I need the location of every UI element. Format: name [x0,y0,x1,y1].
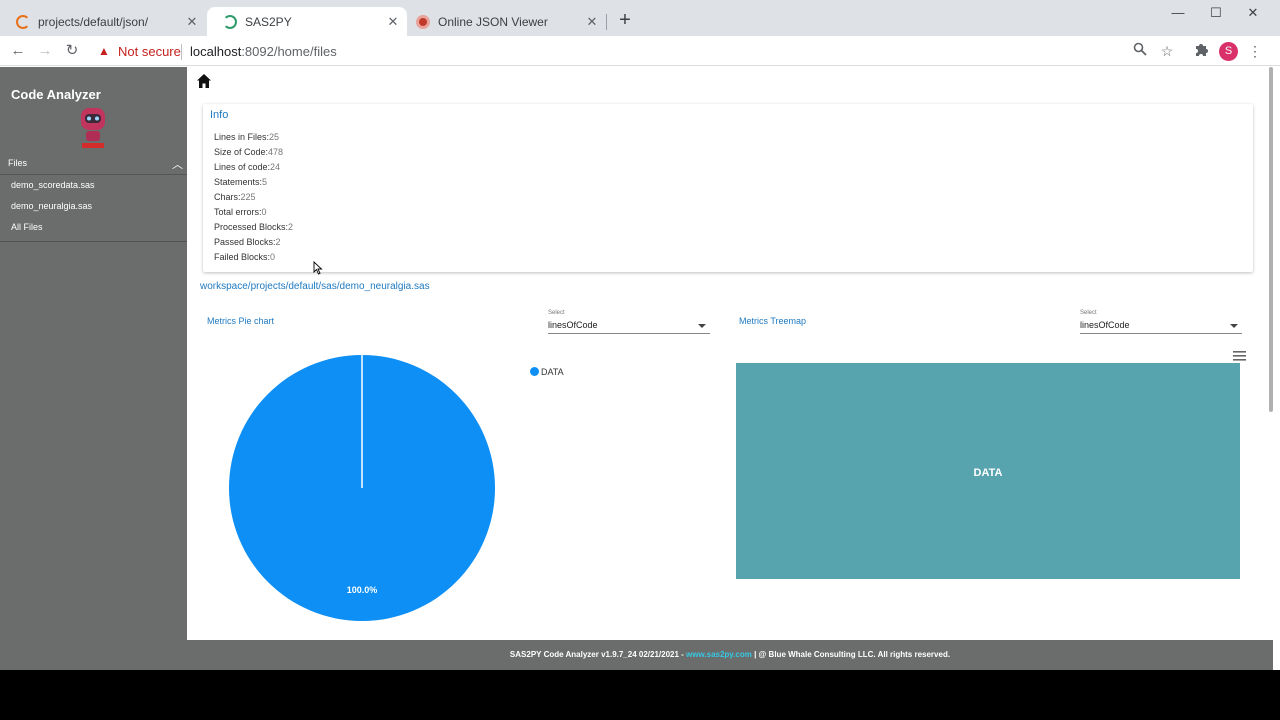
sidebar-item-demo-scoredata[interactable]: demo_scoredata.sas [11,180,95,190]
reload-icon[interactable]: ↻ [62,42,82,60]
more-menu-icon[interactable]: ⋮ [1246,42,1264,60]
legend-marker [530,367,539,376]
url-path: :8092/home/files [241,44,337,59]
bookmark-star-icon[interactable]: ☆ [1158,42,1176,60]
dropdown-arrow-icon [1230,324,1238,328]
json-viewer-favicon-icon [416,14,430,29]
url-separator [181,44,182,60]
close-icon[interactable]: ✕ [584,14,600,30]
sidebar-divider [0,241,187,242]
stat-lines-in-files: Lines in Files:25 [214,132,280,142]
forward-arrow-icon[interactable]: → [35,42,55,60]
treemap-panel-title: Metrics Treemap [739,316,807,326]
home-icon[interactable] [196,73,212,89]
new-tab-button[interactable]: + [614,9,636,31]
tab-title: Online JSON Viewer [438,14,548,29]
loading-favicon-icon [16,14,30,29]
files-label: Files [8,158,28,168]
pie-panel-title: Metrics Pie chart [207,316,275,326]
footer: SAS2PY Code Analyzer v1.9.7_24 02/21/202… [187,640,1273,670]
page-scrollbar[interactable] [1269,67,1273,412]
close-icon[interactable]: ✕ [385,14,401,30]
footer-copyright: | @ Blue Whale Consulting LLC. All right… [751,650,951,659]
pie-metric-select[interactable]: Select linesOfCode [548,310,710,334]
select-value: linesOfCode [548,320,598,330]
app-name: Code Analyzer [11,87,101,102]
info-card: Info Lines in Files:25 Size of Code:478 … [203,104,1253,272]
file-path-link[interactable]: workspace/projects/default/sas/demo_neur… [200,281,430,292]
dropdown-arrow-icon [698,324,706,328]
sidebar-item-demo-neuralgia[interactable]: demo_neuralgia.sas [11,201,92,211]
mouse-cursor-icon [313,261,323,275]
stat-statements: Statements:5 [214,177,268,187]
info-title: Info [210,109,229,121]
stat-total-errors: Total errors:0 [214,207,267,217]
stat-size-of-code: Size of Code:478 [214,147,284,157]
hamburger-menu-icon[interactable] [1233,351,1246,361]
warning-icon[interactable]: ▲ [98,44,110,58]
tab-strip: projects/default/json/ ✕ SAS2PY ✕ Online… [0,0,1280,36]
footer-version: SAS2PY Code Analyzer v1.9.7_24 02/21/202… [509,650,687,659]
zoom-icon[interactable] [1131,42,1149,60]
tab-title: projects/default/json/ [38,14,149,29]
pie-chart: 100.0% [229,355,495,621]
treemap-metric-select[interactable]: Select linesOfCode [1080,310,1242,334]
legend-label[interactable]: DATA [541,367,564,377]
profile-avatar[interactable]: S [1219,42,1238,61]
maximize-icon[interactable]: ☐ [1204,4,1228,22]
stat-chars: Chars:225 [214,192,256,202]
sidebar-item-all-files[interactable]: All Files [11,222,43,232]
sas2py-favicon-icon [223,14,237,29]
select-value: linesOfCode [1080,320,1130,330]
stat-failed-blocks: Failed Blocks:0 [214,252,276,262]
extensions-puzzle-icon[interactable] [1192,42,1210,60]
address-bar[interactable]: localhost:8092/home/files [190,44,337,59]
tab-json-viewer[interactable]: Online JSON Viewer ✕ [400,7,606,36]
close-icon[interactable]: ✕ [184,14,200,30]
treemap-block-data[interactable]: DATA [736,363,1240,579]
treemap-block-label: DATA [973,467,1003,479]
tab-title: SAS2PY [245,14,292,29]
tab-separator [606,14,607,30]
pie-slice-label: 100.0% [347,585,378,595]
sidebar: Code Analyzer Files ︿ demo_scoredata.sas… [0,67,187,670]
url-host: localhost [190,44,242,59]
back-arrow-icon[interactable]: ← [8,42,28,60]
select-label: Select [1080,310,1097,316]
select-label: Select [548,310,565,316]
minimize-icon[interactable]: — [1166,4,1190,22]
chevron-up-icon[interactable]: ︿ [172,156,183,172]
security-indicator[interactable]: Not secure [118,44,181,59]
browser-toolbar: ← → ↻ ▲ Not secure localhost:8092/home/f… [0,36,1280,66]
stat-lines-of-code: Lines of code:24 [214,162,281,172]
stat-processed-blocks: Processed Blocks:2 [214,222,294,232]
files-section-header[interactable]: Files ︿ [0,153,187,175]
window-close-icon[interactable]: ✕ [1241,4,1265,22]
main-content: Info Lines in Files:25 Size of Code:478 … [187,67,1269,640]
footer-website-link[interactable]: www.sas2py.com [686,650,752,659]
tab-json-folder[interactable]: projects/default/json/ ✕ [0,7,206,36]
tab-sas2py[interactable]: SAS2PY ✕ [207,7,407,36]
browser-window: projects/default/json/ ✕ SAS2PY ✕ Online… [0,0,1280,670]
stat-passed-blocks: Passed Blocks:2 [214,237,281,247]
robot-logo-icon [81,108,105,148]
